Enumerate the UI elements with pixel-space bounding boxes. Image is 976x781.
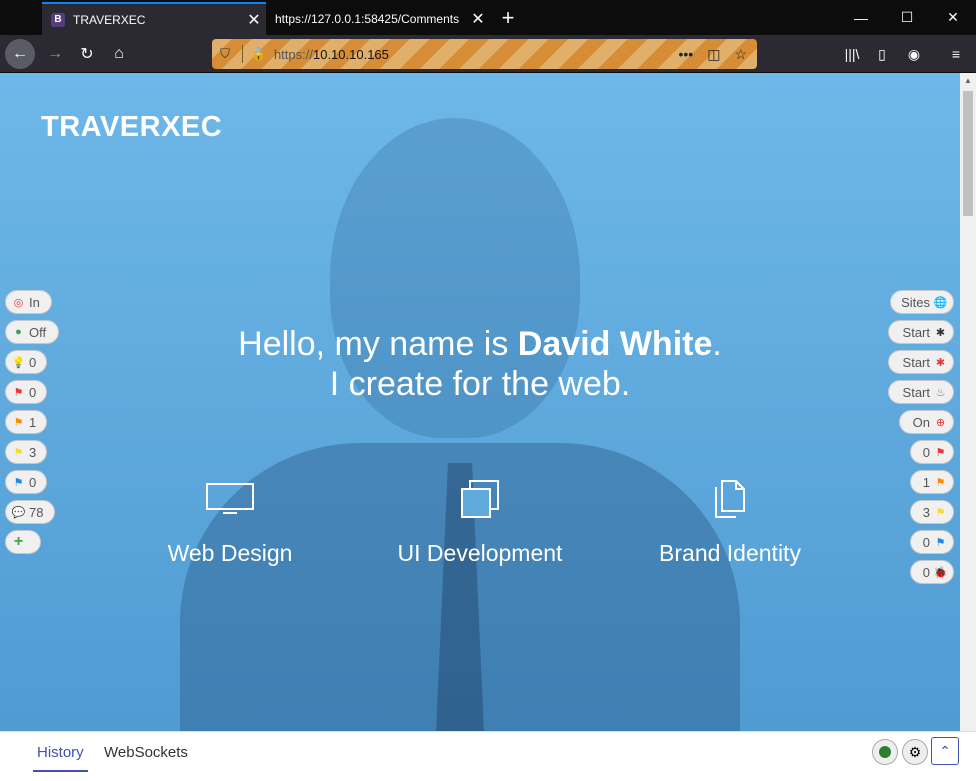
tab-bar: B TRAVERXEC ✕ https://127.0.0.1:58425/Co… — [0, 0, 976, 35]
tab-close-icon[interactable]: ✕ — [242, 10, 266, 30]
page-scrollbar[interactable]: ▲ — [960, 73, 976, 731]
yellow-flag-icon: ⚑ — [13, 446, 24, 459]
monitor-icon — [130, 478, 330, 520]
hud-sites-pill[interactable]: Sites 🌐 — [890, 290, 954, 314]
lightbulb-icon: 💡 — [11, 356, 26, 369]
lifebuoy-icon: ⊕ — [935, 416, 946, 429]
hud-site-medium-alerts-pill[interactable]: 1 ⚑ — [910, 470, 954, 494]
hud-site-info-alerts-pill[interactable]: 0 ⚑ — [910, 530, 954, 554]
page-content: TRAVERXEC Hello, my name is David White.… — [0, 73, 960, 731]
hero-subheading: I create for the web. — [329, 365, 631, 403]
hud-site-high-alerts-pill[interactable]: 0 ⚑ — [910, 440, 954, 464]
hud-status-globe-icon[interactable] — [872, 739, 898, 765]
hud-break-pill[interactable]: ● Off — [5, 320, 59, 344]
windows-icon — [380, 478, 580, 520]
hud-ajax-spider-pill[interactable]: Start ✱ — [888, 350, 954, 374]
tab-title: https://127.0.0.1:58425/Comments — [275, 11, 460, 26]
hud-comments-pill[interactable]: 💬 78 — [5, 500, 55, 524]
tab-comments[interactable]: https://127.0.0.1:58425/Comments ✕ — [266, 2, 490, 35]
hud-high-alerts-pill[interactable]: ⚑ 0 — [5, 380, 47, 404]
tab-websockets[interactable]: WebSockets — [104, 744, 188, 761]
tab-title: TRAVERXEC — [73, 12, 146, 27]
hud-low-alerts-pill[interactable]: ⚑ 3 — [5, 440, 47, 464]
blue-flag-icon: ⚑ — [13, 476, 24, 489]
tab-close-icon[interactable]: ✕ — [466, 9, 490, 29]
service-label: Brand Identity — [659, 540, 801, 566]
blue-flag-icon: ⚑ — [935, 536, 946, 549]
bootstrap-favicon-icon: B — [51, 12, 65, 27]
hud-spider-pill[interactable]: Start ✱ — [888, 320, 954, 344]
flame-icon: ♨ — [935, 386, 946, 399]
hud-medium-alerts-pill[interactable]: ⚑ 1 — [5, 410, 47, 434]
bookmark-star-icon[interactable]: ☆ — [734, 46, 747, 63]
spider-icon: ✱ — [935, 326, 946, 339]
tracking-shield-icon[interactable]: ⛉ — [212, 46, 238, 62]
tab-history[interactable]: History — [33, 744, 88, 772]
library-icon[interactable]: |||\ — [838, 39, 866, 69]
scroll-up-arrow-icon[interactable]: ▲ — [960, 73, 976, 89]
maximize-button[interactable]: ☐ — [884, 0, 930, 35]
red-flag-icon: ⚑ — [935, 446, 946, 459]
navigation-toolbar: ← → ↻ ⌂ ⛉ 🔓 https://10.10.10.165 ••• ◫ ☆… — [0, 35, 976, 73]
account-icon[interactable]: ◉ — [900, 39, 928, 69]
yellow-flag-icon: ⚑ — [935, 506, 946, 519]
globe-icon: 🌐 — [933, 296, 948, 309]
hud-info-alerts-pill[interactable]: ⚑ 0 — [5, 470, 47, 494]
service-label: Web Design — [167, 540, 293, 566]
minimize-button[interactable]: — — [838, 0, 884, 35]
url-separator — [242, 45, 243, 63]
forward-button[interactable]: → — [40, 39, 70, 69]
documents-icon — [630, 478, 830, 520]
close-window-button[interactable]: ✕ — [930, 0, 976, 35]
target-icon: ◎ — [13, 296, 24, 309]
service-brand-identity: Brand Identity — [630, 478, 830, 567]
back-button[interactable]: ← — [5, 39, 35, 69]
service-ui-development: UI Development — [380, 478, 580, 567]
site-brand[interactable]: TRAVERXEC — [41, 111, 222, 144]
hud-attack-on-pill[interactable]: On ⊕ — [899, 410, 954, 434]
sidebar-icon[interactable]: ▯ — [868, 39, 896, 69]
tab-traverxec[interactable]: B TRAVERXEC ✕ — [42, 2, 266, 35]
hero-heading: Hello, my name is David White. — [238, 325, 722, 363]
orange-flag-icon: ⚑ — [935, 476, 946, 489]
plus-icon: + — [13, 533, 24, 550]
url-text[interactable]: https://10.10.10.165 — [274, 47, 389, 62]
insecure-lock-icon[interactable]: 🔓 — [251, 47, 266, 61]
settings-gear-icon[interactable]: ⚙ — [902, 739, 928, 765]
hud-site-low-alerts-pill[interactable]: 3 ⚑ — [910, 500, 954, 524]
green-circle-icon: ● — [15, 326, 22, 338]
pocket-icon[interactable]: ◫ — [707, 46, 720, 63]
home-button[interactable]: ⌂ — [104, 39, 134, 69]
hud-alerts-pill[interactable]: 💡 0 — [5, 350, 47, 374]
service-label: UI Development — [397, 540, 563, 566]
url-bar[interactable]: ⛉ 🔓 https://10.10.10.165 ••• ◫ ☆ — [212, 39, 757, 69]
red-flag-icon: ⚑ — [13, 386, 24, 399]
hud-active-scan-pill[interactable]: Start ♨ — [888, 380, 954, 404]
hud-bug-pill[interactable]: 0 🐞 — [910, 560, 954, 584]
bug-icon: 🐞 — [933, 566, 948, 579]
expand-drawer-button[interactable]: ⌃ — [931, 737, 959, 765]
page-actions-icon[interactable]: ••• — [678, 46, 693, 63]
reload-button[interactable]: ↻ — [72, 39, 102, 69]
hud-add-tool-pill[interactable]: + — [5, 530, 41, 554]
new-tab-button[interactable]: + — [496, 4, 520, 32]
comment-icon: 💬 — [11, 506, 26, 519]
scrollbar-thumb[interactable] — [963, 91, 973, 216]
menu-icon[interactable]: ≡ — [942, 39, 970, 69]
red-spider-icon: ✱ — [935, 356, 946, 369]
hud-drawer: History WebSockets ⚙ ⌃ — [0, 731, 976, 781]
orange-flag-icon: ⚑ — [13, 416, 24, 429]
hud-attack-mode-pill[interactable]: ◎ In — [5, 290, 52, 314]
service-web-design: Web Design — [130, 478, 330, 567]
